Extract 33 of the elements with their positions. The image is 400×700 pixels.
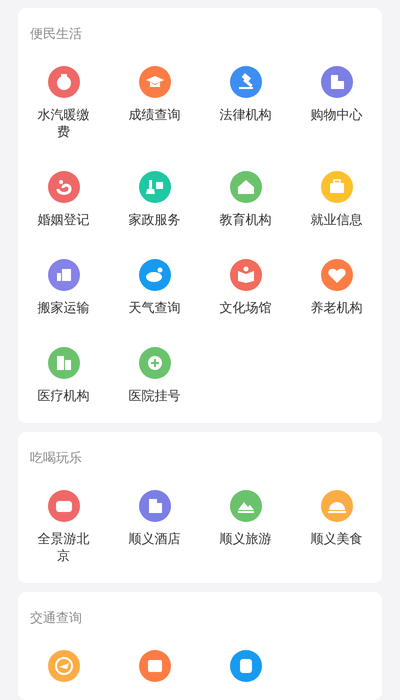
plane-icon[interactable] (48, 650, 80, 682)
section-title: 便民生活 (29, 26, 83, 44)
service-label[interactable]: 天气查询 (122, 300, 186, 317)
service-label[interactable]: 养老机构 (304, 300, 368, 317)
service-label[interactable]: 搬家运输 (32, 300, 96, 317)
service-label[interactable]: 水汽暖缴费 (32, 107, 96, 141)
section-title: 吃喝玩乐 (29, 450, 83, 468)
service-label[interactable]: 顺义酒店 (122, 531, 186, 548)
service-label[interactable]: 婚姻登记 (32, 212, 96, 229)
cloud-icon[interactable] (138, 259, 170, 291)
service-label[interactable]: 成绩查询 (122, 107, 186, 124)
gavel-icon[interactable] (230, 66, 262, 98)
service-label[interactable]: 文化场馆 (214, 300, 278, 317)
service-label[interactable]: 顺义美食 (304, 531, 368, 548)
service-label[interactable]: 顺义旅游 (214, 531, 278, 548)
house-icon[interactable] (230, 171, 262, 203)
section-title: 交通查询 (29, 610, 83, 628)
service-label[interactable]: 教育机构 (214, 212, 278, 229)
book-icon[interactable] (230, 259, 262, 291)
service-label[interactable]: 医疗机构 (32, 388, 96, 405)
plus-icon[interactable] (138, 347, 170, 379)
mountain-icon[interactable] (230, 490, 262, 522)
service-label[interactable]: 就业信息 (304, 212, 368, 229)
briefcase-icon[interactable] (320, 171, 352, 203)
service-label[interactable]: 医院挂号 (122, 388, 186, 405)
cap-icon[interactable] (138, 66, 170, 98)
knot-icon[interactable] (48, 171, 80, 203)
broom-icon[interactable] (138, 171, 170, 203)
cloche-icon[interactable] (320, 490, 352, 522)
service-label[interactable]: 法律机构 (214, 107, 278, 124)
service-label[interactable]: 家政服务 (122, 212, 186, 229)
service-label[interactable]: 购物中心 (304, 107, 368, 124)
service-label[interactable]: 全景游北京 (32, 531, 96, 565)
